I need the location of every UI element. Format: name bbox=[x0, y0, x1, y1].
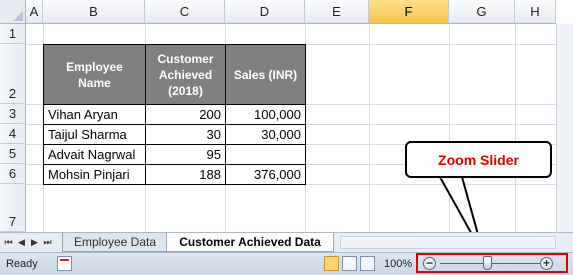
minus-icon[interactable]: − bbox=[423, 257, 436, 270]
normal-view-icon[interactable] bbox=[324, 256, 339, 271]
ready-status: Ready bbox=[6, 258, 38, 270]
macro-record-icon-bar bbox=[60, 259, 69, 261]
zoom-level[interactable]: 100% bbox=[384, 258, 412, 270]
tab-customer-achieved-data[interactable]: Customer Achieved Data bbox=[166, 233, 334, 252]
nav-next-icon[interactable]: ▶ bbox=[30, 236, 39, 248]
macro-record-icon[interactable] bbox=[57, 256, 72, 271]
zoom-slider-thumb[interactable] bbox=[483, 256, 492, 270]
nav-first-icon[interactable]: ⏮ bbox=[4, 236, 13, 248]
page-layout-view-icon[interactable] bbox=[342, 256, 357, 271]
tab-employee-data[interactable]: Employee Data bbox=[62, 233, 168, 252]
plus-icon[interactable]: + bbox=[540, 257, 553, 270]
zoom-slider-callout: Zoom Slider bbox=[405, 141, 552, 178]
page-break-view-icon[interactable] bbox=[360, 256, 375, 271]
nav-prev-icon[interactable]: ◀ bbox=[17, 236, 26, 248]
nav-last-icon[interactable]: ⏭ bbox=[43, 236, 52, 248]
horizontal-scrollbar[interactable] bbox=[340, 236, 556, 249]
